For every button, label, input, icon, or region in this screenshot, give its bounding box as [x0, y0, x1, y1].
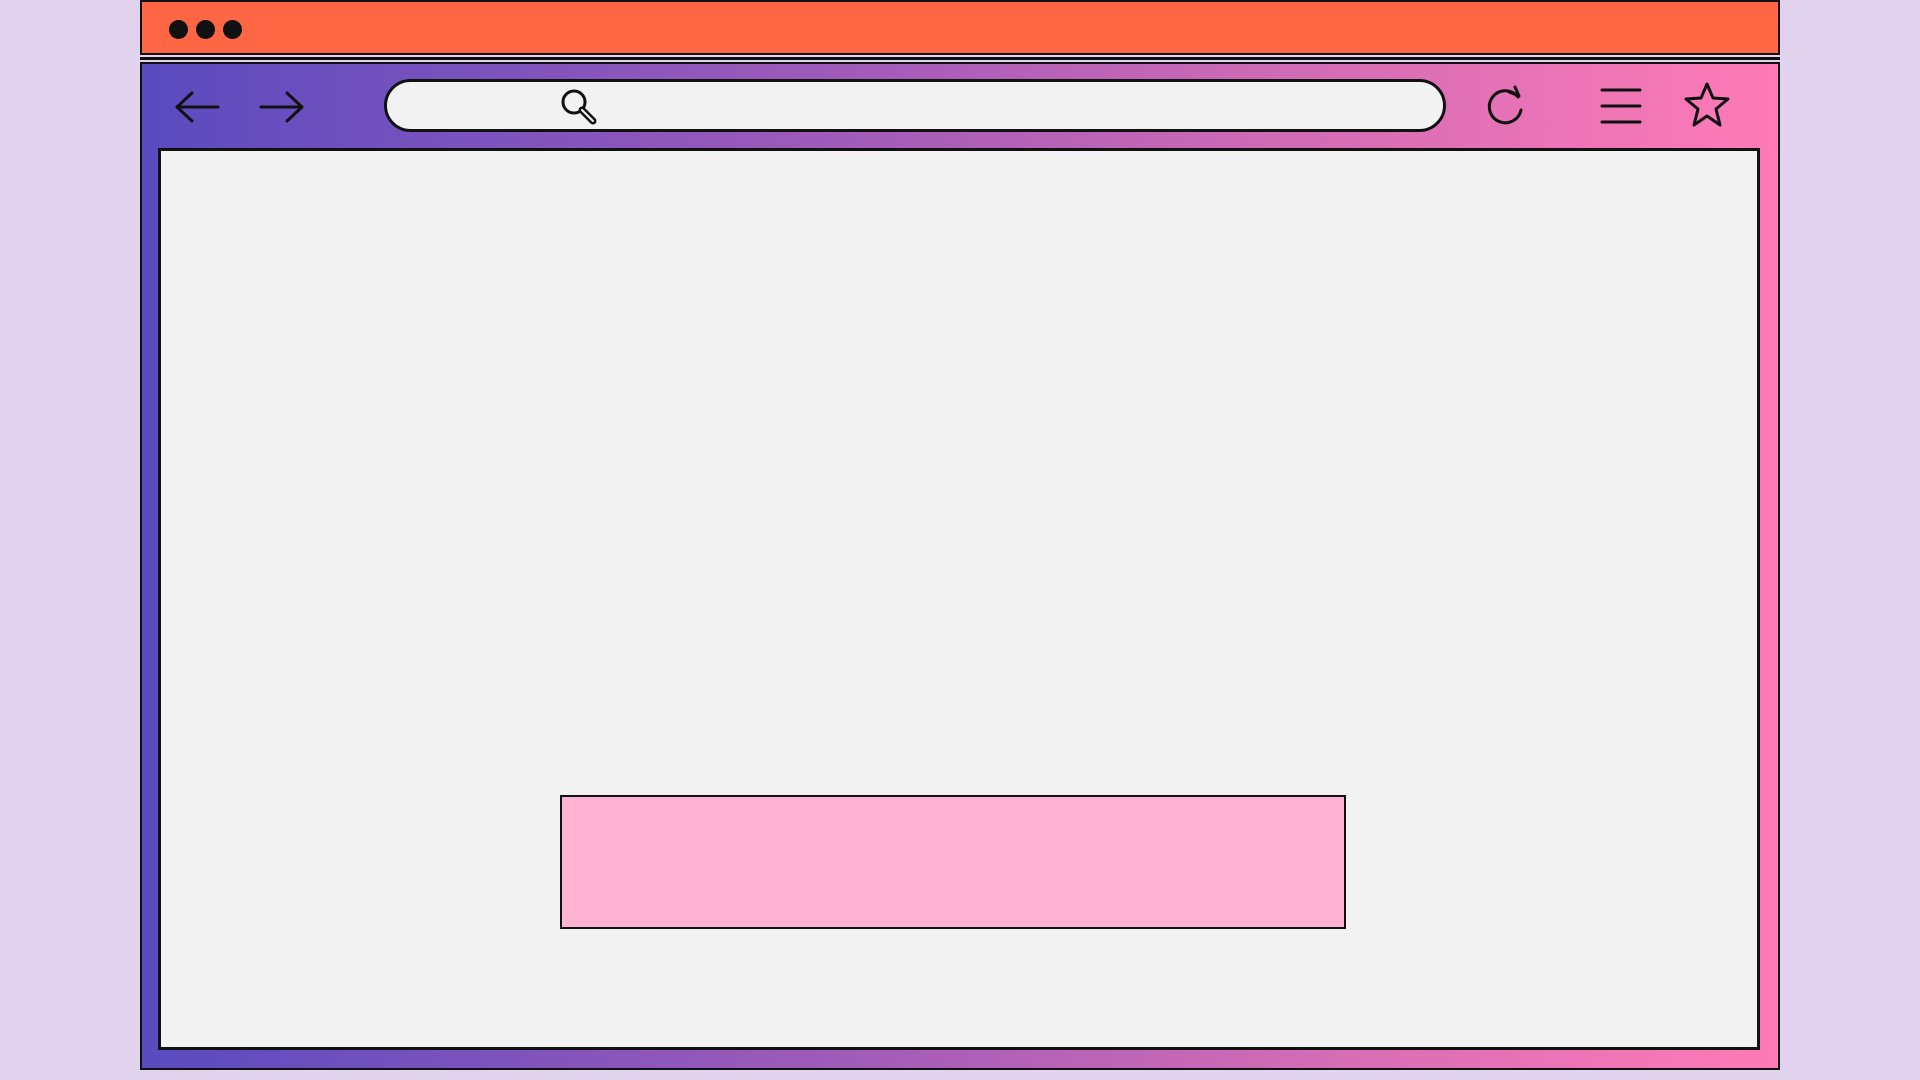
search-icon: [559, 87, 601, 127]
browser-window: [140, 0, 1780, 1070]
bookmark-button[interactable]: [1682, 80, 1732, 130]
arrow-right-icon: [259, 91, 304, 123]
window-control-dot[interactable]: [223, 20, 242, 39]
menu-button[interactable]: [1600, 84, 1642, 128]
star-icon: [1684, 82, 1730, 127]
reload-button[interactable]: [1482, 83, 1528, 129]
forward-button[interactable]: [257, 90, 307, 124]
hamburger-menu-icon: [1600, 88, 1642, 124]
window-control-dot[interactable]: [169, 20, 188, 39]
content-banner: [560, 795, 1346, 929]
title-bar: [140, 0, 1780, 55]
address-input[interactable]: [607, 88, 1401, 125]
address-bar[interactable]: [384, 79, 1446, 132]
page-content: [158, 148, 1760, 1050]
browser-frame: [140, 62, 1780, 1070]
titlebar-divider: [140, 57, 1780, 60]
arrow-left-icon: [175, 91, 220, 123]
window-control-dot[interactable]: [196, 20, 215, 39]
back-button[interactable]: [172, 90, 222, 124]
reload-icon: [1487, 85, 1523, 125]
